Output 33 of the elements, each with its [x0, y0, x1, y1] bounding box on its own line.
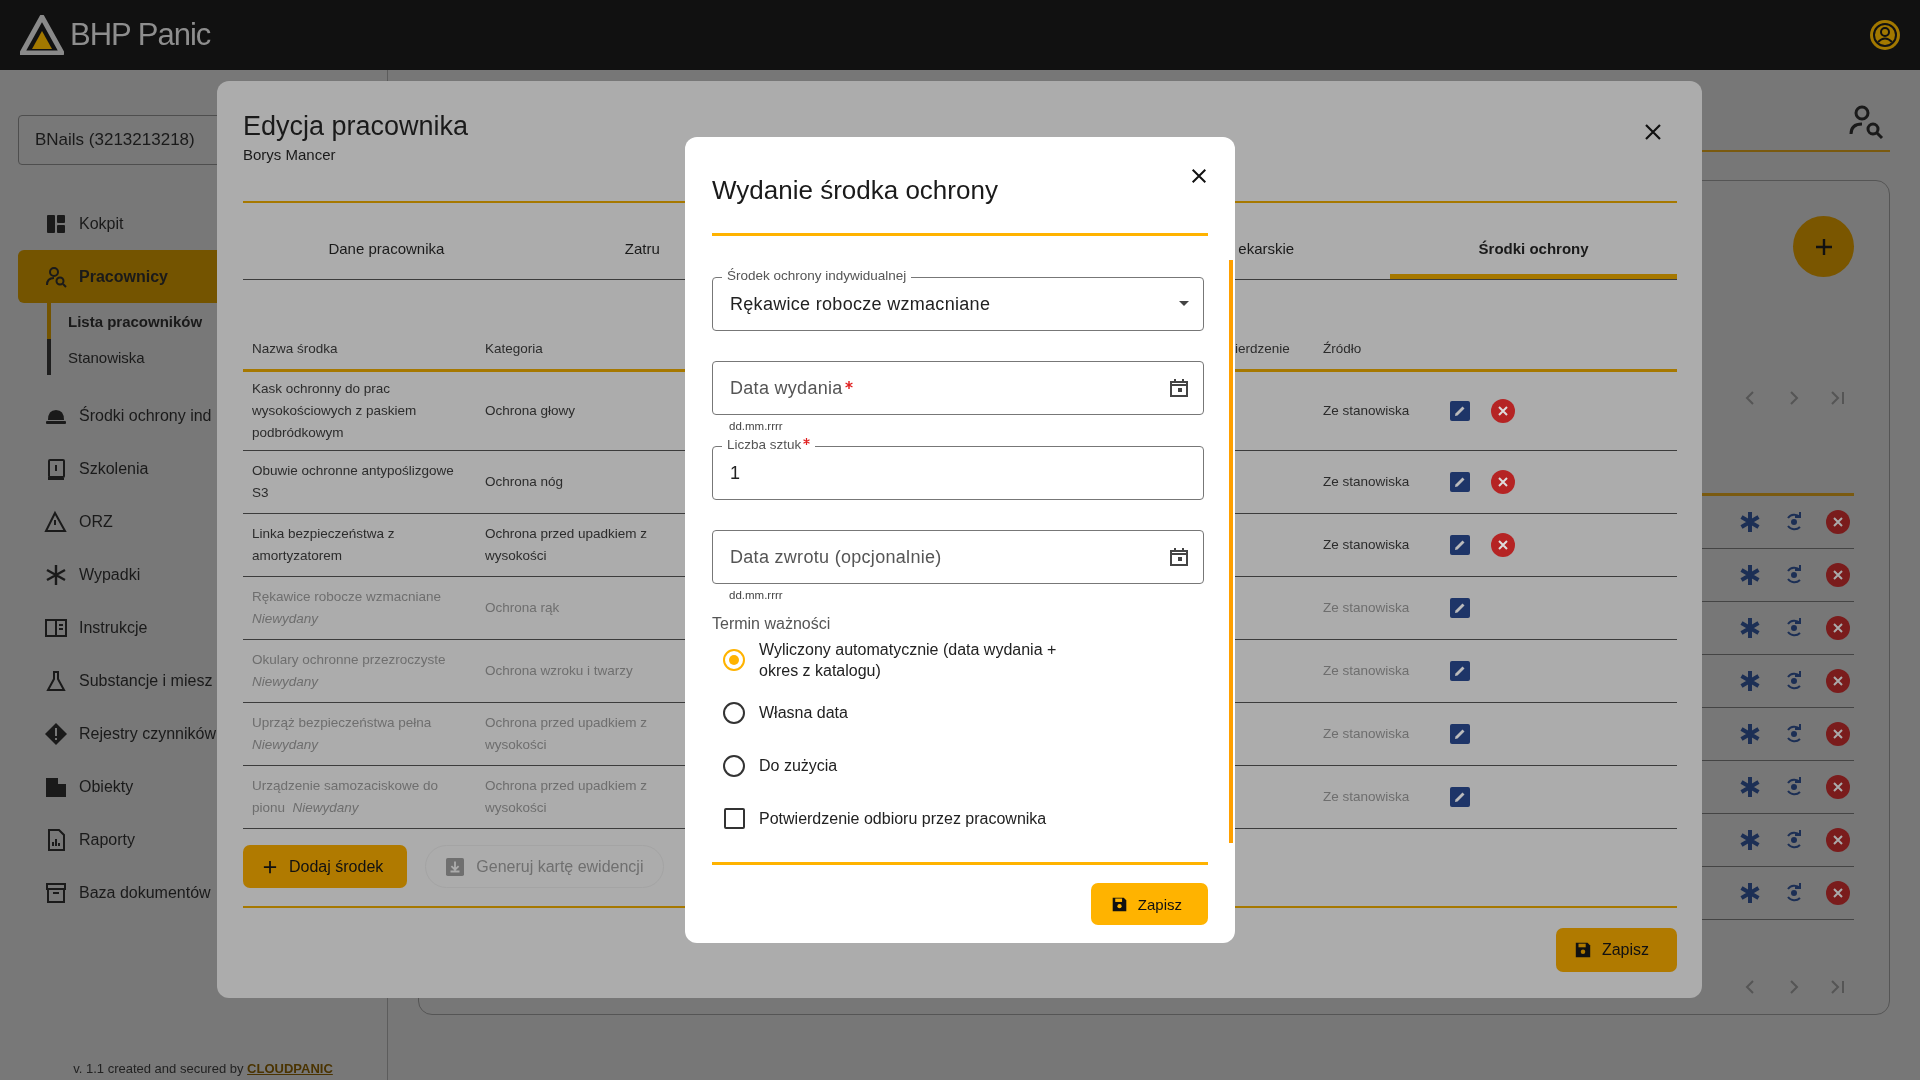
table-cell-text: Ze stanowiska — [1322, 788, 1411, 806]
table-cell-text: Ochrona przed upadkiem z wysokości — [484, 525, 649, 565]
footer-text: v. 1.1 created and secured by CLOUDPANIC — [72, 1061, 334, 1076]
table-cell-text: Okulary ochronne przezroczyste Niewydany — [251, 651, 447, 691]
table-cell-text: Obuwie ochronne antypoślizgowe S3 — [251, 462, 455, 502]
table-cell-text: Ze stanowiska — [1322, 599, 1411, 617]
dialog-title: Wydanie środka ochrony — [712, 175, 998, 206]
table-cell-text: Ochrona przed upadkiem z wysokości — [484, 777, 649, 817]
table-cell-text: Urządzenie samozaciskowe do pionu Niewydany — [251, 777, 440, 817]
table-cell-text: Linka bezpieczeństwa z amortyzatorem — [251, 525, 396, 565]
table-cell-text: Ochrona przed upadkiem z wysokości — [484, 714, 649, 754]
column-header: ierdzenie — [1234, 340, 1291, 358]
column-header: Źródło — [1322, 340, 1363, 358]
table-cell-text: Ochrona głowy — [484, 402, 577, 420]
table-cell-text: Ochrona nóg — [484, 473, 565, 491]
table-cell-text: Ze stanowiska — [1322, 402, 1411, 420]
table-cell-text: Ze stanowiska — [1322, 662, 1411, 680]
table-cell-text: Ze stanowiska — [1322, 725, 1411, 743]
table-cell-text: Kask ochronny do prac wysokościowych z paskiem podbródkowym — [251, 380, 418, 442]
table-cell-text: Ze stanowiska — [1322, 536, 1411, 554]
employee-name: Borys Mancer — [243, 146, 337, 163]
table-cell-text: Ochrona wzroku i twarzy — [484, 662, 634, 680]
table-cell-text: Ochrona rąk — [484, 599, 561, 617]
column-header: Nazwa środka — [251, 340, 339, 358]
table-cell-text: Uprząż bezpieczeństwa pełna Niewydany — [251, 714, 433, 754]
table-cell-text: Rękawice robocze wzmacniane Niewydany — [251, 588, 443, 628]
column-header: Kategoria — [484, 340, 544, 358]
date-format-hint: dd.mm.rrrr — [728, 588, 784, 603]
date-format-hint: dd.mm.rrrr — [728, 419, 784, 434]
table-cell-text: Ze stanowiska — [1322, 473, 1411, 491]
validity-label: Termin ważności — [712, 615, 832, 633]
logo-text: BHP Panic — [70, 17, 211, 53]
field-label: Środek ochrony indywidualnej — [722, 268, 912, 284]
